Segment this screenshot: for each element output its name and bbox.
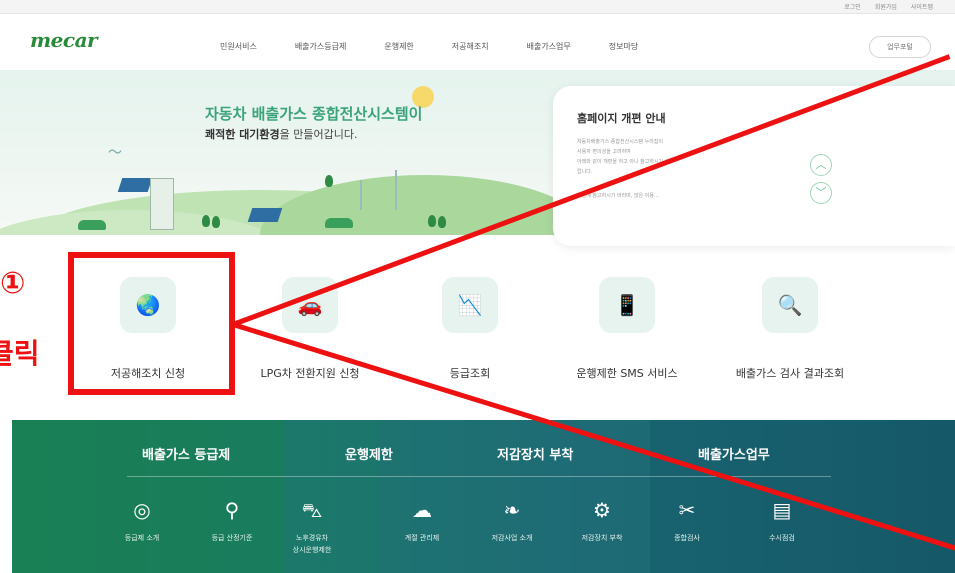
menu-item-comprehensive[interactable]: ✂ 종합검사 — [652, 498, 722, 544]
car-front-icon: ⛍ — [301, 498, 323, 522]
eco-car-icon: ❧ — [503, 498, 521, 522]
hero-subtitle-bold: 쾌적한 대기환경 — [205, 128, 280, 141]
tree-icon — [428, 215, 436, 227]
grade-chart-icon: 📉 — [442, 277, 498, 333]
service-label: LPG차 전환지원 신청 — [260, 367, 360, 380]
service-label: 배출가스 검사 결과조회 — [735, 367, 845, 380]
category-reduction-device[interactable]: 저감장치 부착 — [497, 444, 573, 463]
business-portal-button[interactable]: 업무포털 — [869, 36, 931, 58]
service-label: 등급조회 — [449, 367, 491, 380]
chevron-down-icon[interactable]: ﹀ — [810, 182, 832, 204]
solar-panel-icon — [247, 208, 283, 222]
notice-line: 자동차배출가스 종합전산시스템 누리집이 — [577, 139, 663, 145]
service-inspection-results[interactable]: 🔍 배출가스 검사 결과조회 — [720, 277, 860, 381]
utility-bar: 로그인 회원가입 사이트맵 — [0, 0, 955, 14]
service-restriction-sms[interactable]: 📱 운행제한 SMS 서비스 — [557, 277, 697, 381]
sitemap-link[interactable]: 사이트맵 — [911, 2, 933, 11]
hero-subtitle-rest: 을 만들어갑니다. — [279, 128, 358, 141]
chevron-up-icon[interactable]: ︿ — [810, 154, 832, 176]
bird-icon: 〜 — [108, 145, 122, 161]
hero-subtitle: 쾌적한 대기환경을 만들어갑니다. — [205, 126, 358, 142]
tree-icon — [325, 175, 333, 187]
gauge-icon: ◎ — [133, 498, 151, 522]
step-instruction: 클릭 — [0, 337, 40, 370]
tree-icon — [438, 216, 446, 228]
category-emission-grade[interactable]: 배출가스 등급제 — [142, 444, 230, 463]
windmill-icon — [360, 180, 362, 210]
signup-link[interactable]: 회원가입 — [875, 2, 897, 11]
step-number: ① — [0, 266, 26, 301]
menu-item-old-diesel[interactable]: ⛍ 노후경유차 상시운행제한 — [277, 498, 347, 556]
nav-item-emission-work[interactable]: 배출가스업무 — [527, 41, 571, 52]
weather-icon: ☁ — [412, 498, 432, 522]
tree-icon — [212, 216, 220, 228]
notice-line: 랍니다. — [577, 169, 593, 175]
windmill-icon — [395, 170, 397, 210]
service-label: 운행제한 SMS 서비스 — [576, 367, 678, 380]
notice-line: 사용자 편의성을 고려하여 — [577, 149, 631, 155]
menu-item-grade-criteria[interactable]: ⚲ 등급 산정기준 — [197, 498, 267, 544]
menu-item-seasonal[interactable]: ☁ 계절 관리제 — [387, 498, 457, 544]
login-link[interactable]: 로그인 — [844, 2, 861, 11]
nav-item-info[interactable]: 정보마당 — [609, 41, 638, 52]
car-illustration-icon — [325, 218, 353, 228]
bottom-menu: 배출가스 등급제 운행제한 저감장치 부착 배출가스업무 ◎ 등급제 소개 ⚲ … — [12, 420, 955, 573]
utility-links: 로그인 회원가입 사이트맵 — [844, 2, 933, 11]
tools-icon: ✂ — [678, 498, 696, 522]
filter-device-icon: ⚙ — [593, 498, 611, 522]
menu-item-reduction-intro[interactable]: ❧ 저감사업 소개 — [477, 498, 547, 544]
nav-item-driving-restriction[interactable]: 운행제한 — [384, 41, 413, 52]
highlight-box — [68, 252, 235, 395]
mecar-logo[interactable]: mecar — [30, 28, 98, 52]
service-grade-lookup[interactable]: 📉 등급조회 — [400, 277, 540, 381]
notice-title[interactable]: 홈페이지 개편 안내 — [577, 110, 666, 126]
notice-card[interactable]: 홈페이지 개편 안내 자동차배출가스 종합전산시스템 누리집이 사용자 편의성을… — [553, 86, 955, 246]
hill-illustration — [260, 175, 590, 235]
hero-title: 자동차 배출가스 종합전산시스템이 — [205, 105, 423, 123]
nav-item-emission-grade[interactable]: 배출가스등급제 — [295, 41, 347, 52]
main-nav: 민원서비스 배출가스등급제 운행제한 저공해조치 배출가스업무 정보마당 — [220, 41, 676, 52]
nav-item-low-emission[interactable]: 저공해조치 — [452, 41, 489, 52]
site-header: mecar 민원서비스 배출가스등급제 운행제한 저공해조치 배출가스업무 정보… — [0, 14, 955, 70]
menu-item-grade-intro[interactable]: ◎ 등급제 소개 — [107, 498, 177, 544]
category-driving-restriction[interactable]: 운행제한 — [345, 444, 393, 463]
nav-item-civil-service[interactable]: 민원서비스 — [220, 41, 257, 52]
tree-icon — [202, 215, 210, 227]
car-illustration-icon — [78, 220, 106, 230]
menu-item-reduction-attach[interactable]: ⚙ 저감장치 부착 — [567, 498, 637, 544]
inspection-search-icon: 🔍 — [762, 277, 818, 333]
solar-panel-icon — [117, 178, 153, 192]
building-icon — [150, 178, 174, 230]
search-icon: ⚲ — [224, 498, 240, 522]
phone-sms-icon: 📱 — [599, 277, 655, 333]
category-emission-work[interactable]: 배출가스업무 — [698, 444, 770, 463]
